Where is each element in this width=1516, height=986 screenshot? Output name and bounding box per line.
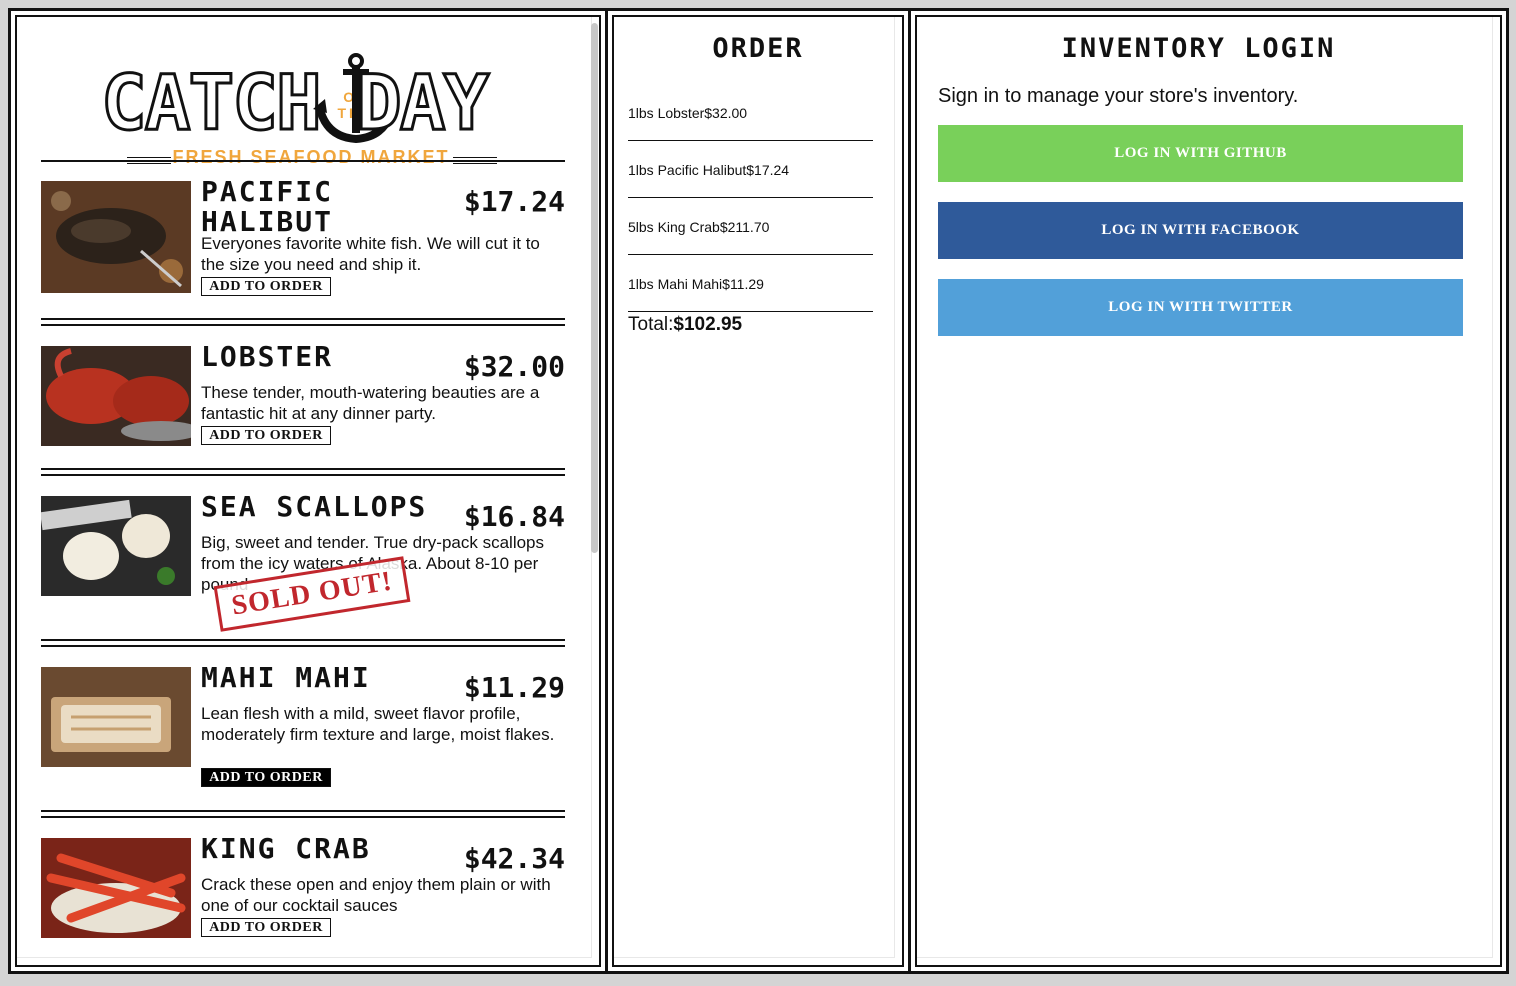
menu-panel: CATCH OF THE DAY FRESH SEAFOOD MARKET PA… bbox=[8, 8, 608, 974]
fish-image-halibut bbox=[41, 181, 191, 293]
fish-item-king-crab: KING CRAB $42.34 Crack these open and en… bbox=[41, 834, 565, 948]
order-total-label: Total: bbox=[628, 314, 674, 335]
fish-image-lobster bbox=[41, 346, 191, 446]
fish-image-mahi bbox=[41, 667, 191, 767]
logo-tagline: FRESH SEAFOOD MARKET bbox=[172, 147, 450, 167]
order-item: 1lbs Mahi Mahi$11.29 bbox=[628, 276, 764, 292]
login-facebook-button[interactable]: LOG IN WITH FACEBOOK bbox=[938, 202, 1463, 259]
login-github-button[interactable]: LOG IN WITH GITHUB bbox=[938, 125, 1463, 182]
fish-desc: These tender, mouth-watering beauties ar… bbox=[201, 383, 540, 423]
fish-desc: Lean flesh with a mild, sweet flavor pro… bbox=[201, 704, 555, 744]
order-total: Total:$102.95 bbox=[628, 314, 742, 336]
logo-word-catch: CATCH bbox=[100, 58, 324, 147]
inventory-description: Sign in to manage your store's inventory… bbox=[938, 85, 1299, 107]
logo-word-day: DAY bbox=[354, 58, 490, 147]
add-to-order-button[interactable]: ADD TO ORDER bbox=[201, 768, 331, 787]
order-panel: ORDER 1lbs Lobster$32.00 1lbs Pacific Ha… bbox=[605, 8, 911, 974]
menu-scrollbar[interactable] bbox=[591, 23, 598, 553]
fish-image-scallops bbox=[41, 496, 191, 596]
order-title: ORDER bbox=[712, 33, 804, 64]
fish-item-lobster: LOBSTER $32.00 These tender, mouth-water… bbox=[41, 342, 565, 456]
fish-desc: Everyones favorite white fish. We will c… bbox=[201, 234, 540, 274]
fish-price: $16.84 bbox=[463, 500, 565, 533]
fish-price: $32.00 bbox=[463, 350, 565, 383]
fish-name: SEA SCALLOPS bbox=[201, 490, 428, 523]
inventory-title: INVENTORY LOGIN bbox=[1061, 33, 1336, 64]
add-to-order-button[interactable]: ADD TO ORDER bbox=[201, 277, 331, 296]
inventory-panel: INVENTORY LOGIN Sign in to manage your s… bbox=[908, 8, 1509, 974]
fish-price: $17.24 bbox=[463, 185, 565, 218]
fish-desc: Crack these open and enjoy them plain or… bbox=[201, 875, 551, 915]
add-to-order-button[interactable]: ADD TO ORDER bbox=[201, 426, 331, 445]
order-item: 5lbs King Crab$211.70 bbox=[628, 219, 770, 235]
fish-price: $42.34 bbox=[463, 842, 565, 875]
fish-image-crab bbox=[41, 838, 191, 938]
store-logo: CATCH OF THE DAY FRESH SEAFOOD MARKET bbox=[100, 47, 521, 177]
order-item: 1lbs Lobster$32.00 bbox=[628, 105, 748, 121]
fish-item-halibut: PACIFIC HALIBUT $17.24 Everyones favorit… bbox=[41, 177, 565, 311]
order-card bbox=[614, 17, 894, 957]
fish-name: KING CRAB bbox=[201, 832, 371, 865]
fish-name: LOBSTER bbox=[201, 340, 334, 373]
order-item: 1lbs Pacific Halibut$17.24 bbox=[628, 162, 790, 178]
fish-item-mahi: MAHI MAHI $11.29 Lean flesh with a mild,… bbox=[41, 663, 565, 797]
login-twitter-button[interactable]: LOG IN WITH TWITTER bbox=[938, 279, 1463, 336]
fish-name: PACIFIC HALIBUT bbox=[201, 175, 334, 238]
order-total-value: $102.95 bbox=[673, 314, 743, 335]
fish-price: $11.29 bbox=[463, 671, 565, 704]
fish-name: MAHI MAHI bbox=[201, 661, 371, 694]
add-to-order-button[interactable]: ADD TO ORDER bbox=[201, 918, 331, 937]
